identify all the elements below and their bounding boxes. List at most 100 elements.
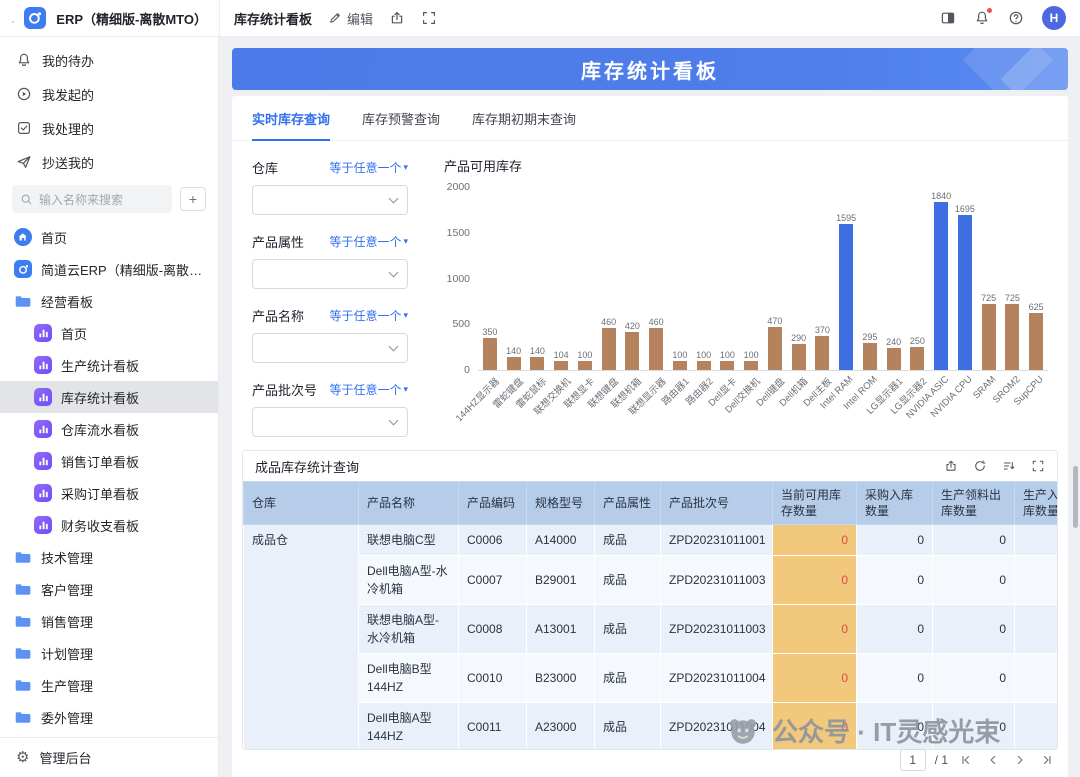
sidebar-quick-item[interactable]: 抄送我的: [0, 145, 218, 179]
bar[interactable]: [839, 224, 853, 370]
admin-console-button[interactable]: ⚙ 管理后台: [0, 737, 218, 777]
tab-库存期初期末查询[interactable]: 库存期初期末查询: [472, 109, 576, 140]
sidebar-item-财务收支看板[interactable]: 财务收支看板: [0, 509, 218, 541]
sidebar-item-经营看板[interactable]: 经营看板: [0, 285, 218, 317]
bar[interactable]: [887, 348, 901, 370]
bar[interactable]: [910, 347, 924, 370]
bar[interactable]: [768, 327, 782, 370]
page-input[interactable]: 1: [900, 749, 926, 771]
column-header[interactable]: 仓库: [244, 482, 359, 525]
sidebar-item-首页[interactable]: 首页: [0, 317, 218, 349]
fullscreen-icon[interactable]: [421, 10, 437, 26]
bar[interactable]: [982, 304, 996, 370]
sidebar-item-采购订单看板[interactable]: 采购订单看板: [0, 477, 218, 509]
bar[interactable]: [483, 338, 497, 370]
bar[interactable]: [744, 361, 758, 370]
sidebar-quick-item[interactable]: 我发起的: [0, 77, 218, 111]
bar[interactable]: [578, 361, 592, 370]
sidebar-item-首页[interactable]: 首页: [0, 221, 218, 253]
column-header[interactable]: 产品批次号: [661, 482, 773, 525]
table-fullscreen-icon[interactable]: [1031, 459, 1045, 473]
table-row[interactable]: Dell电脑B型 144HZC0010B23000成品ZPD2023101100…: [244, 654, 1058, 703]
last-page-button[interactable]: [1038, 751, 1056, 769]
first-page-button[interactable]: [957, 751, 975, 769]
prev-page-button[interactable]: [984, 751, 1002, 769]
cell-purchase_in: 0: [857, 654, 933, 703]
erp-window: ERP（精细版-离散MTO） 库存统计看板 编辑: [0, 0, 1080, 777]
next-page-button[interactable]: [1011, 751, 1029, 769]
table-row[interactable]: 成品仓联想电脑C型C0006A14000成品ZPD202310110010000: [244, 525, 1058, 556]
bar[interactable]: [507, 357, 521, 370]
app-logo-icon[interactable]: [24, 7, 46, 29]
notifications-button[interactable]: [974, 10, 990, 26]
column-header[interactable]: 产品编码: [459, 482, 527, 525]
filter-panel: 仓库等于任意一个▾产品属性等于任意一个▾产品名称等于任意一个▾产品批次号等于任意…: [252, 158, 408, 454]
hamburger-menu-icon[interactable]: [12, 10, 14, 26]
edit-button[interactable]: 编辑: [328, 9, 373, 28]
table-row[interactable]: Dell电脑A型-水冷机箱C0007B29001成品ZPD20231011003…: [244, 556, 1058, 605]
bar[interactable]: [815, 336, 829, 370]
filter-select[interactable]: [252, 407, 408, 437]
filter-select[interactable]: [252, 259, 408, 289]
sidebar-item-技术管理[interactable]: 技术管理: [0, 541, 218, 573]
sort-settings-icon[interactable]: [1002, 459, 1016, 473]
help-icon[interactable]: [1008, 10, 1024, 26]
sidebar-item-销售管理[interactable]: 销售管理: [0, 605, 218, 637]
search-input[interactable]: 输入名称来搜索: [12, 185, 172, 213]
bar[interactable]: [602, 328, 616, 370]
dark-mode-icon[interactable]: [940, 10, 956, 26]
column-header[interactable]: 当前可用库存数量: [773, 482, 857, 525]
filter-condition-dropdown[interactable]: 等于任意一个▾: [329, 233, 408, 250]
sidebar-item-客户管理[interactable]: 客户管理: [0, 573, 218, 605]
bar[interactable]: [792, 344, 806, 371]
filter-select[interactable]: [252, 333, 408, 363]
bar[interactable]: [958, 215, 972, 370]
bar[interactable]: [934, 202, 948, 370]
sidebar-item-简道云ERP（精细版-离散MT...[interactable]: 简道云ERP（精细版-离散MT...: [0, 253, 218, 285]
sidebar-item-生产管理[interactable]: 生产管理: [0, 669, 218, 701]
bar-slot: 725: [977, 188, 1001, 370]
filter-condition-dropdown[interactable]: 等于任意一个▾: [329, 307, 408, 324]
add-button[interactable]: +: [180, 187, 206, 211]
column-header[interactable]: 产品属性: [595, 482, 661, 525]
bar[interactable]: [1029, 313, 1043, 370]
tab-实时库存查询[interactable]: 实时库存查询: [252, 109, 330, 141]
table-row[interactable]: Dell电脑A型 144HZC0011A23000成品ZPD2023101100…: [244, 703, 1058, 749]
bar-value-label: 460: [649, 317, 664, 327]
export-icon[interactable]: [944, 459, 958, 473]
table-row[interactable]: 联想电脑A型-水冷机箱C0008A13001成品ZPD2023101100300…: [244, 605, 1058, 654]
table-scroll-area[interactable]: 仓库产品名称产品编码规格型号产品属性产品批次号当前可用库存数量采购入库数量生产领…: [243, 481, 1057, 749]
share-icon[interactable]: [389, 10, 405, 26]
bar[interactable]: [625, 332, 639, 370]
bar[interactable]: [863, 343, 877, 370]
filter-condition-dropdown[interactable]: 等于任意一个▾: [329, 381, 408, 398]
filter-select[interactable]: [252, 185, 408, 215]
filter-head: 产品属性等于任意一个▾: [252, 232, 408, 251]
bar[interactable]: [649, 328, 663, 370]
column-header[interactable]: 产品名称: [359, 482, 459, 525]
tab-库存预警查询[interactable]: 库存预警查询: [362, 109, 440, 140]
nav-item-label: 财务收支看板: [61, 516, 139, 535]
column-header[interactable]: 采购入库数量: [857, 482, 933, 525]
filter-condition-dropdown[interactable]: 等于任意一个▾: [329, 159, 408, 176]
avatar[interactable]: H: [1042, 6, 1066, 30]
column-header[interactable]: 规格型号: [527, 482, 595, 525]
scrollbar-thumb[interactable]: [1073, 466, 1078, 528]
sidebar-item-仓库流水看板[interactable]: 仓库流水看板: [0, 413, 218, 445]
column-header[interactable]: 生产领料出库数量: [933, 482, 1015, 525]
sidebar-item-生产统计看板[interactable]: 生产统计看板: [0, 349, 218, 381]
bar[interactable]: [720, 361, 734, 370]
bar[interactable]: [1005, 304, 1019, 370]
sidebar-item-库存统计看板[interactable]: 库存统计看板: [0, 381, 218, 413]
column-header[interactable]: 生产入库数量: [1015, 482, 1058, 525]
sidebar-item-销售订单看板[interactable]: 销售订单看板: [0, 445, 218, 477]
sidebar-quick-item[interactable]: 我的待办: [0, 43, 218, 77]
bar[interactable]: [554, 361, 568, 371]
sidebar-item-委外管理[interactable]: 委外管理: [0, 701, 218, 733]
bar[interactable]: [697, 361, 711, 370]
bar[interactable]: [530, 357, 544, 370]
sidebar-quick-item[interactable]: 我处理的: [0, 111, 218, 145]
sidebar-item-计划管理[interactable]: 计划管理: [0, 637, 218, 669]
refresh-icon[interactable]: [973, 459, 987, 473]
bar[interactable]: [673, 361, 687, 370]
